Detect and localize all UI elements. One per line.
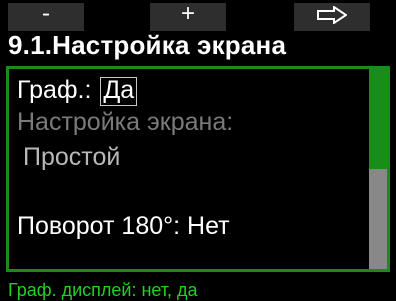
decrease-button[interactable]: - [8, 0, 84, 31]
graph-setting-label: Граф.: [17, 76, 92, 104]
page-title: 9.1.Настройка экрана [8, 30, 287, 60]
softkey-bar: - + [0, 0, 396, 34]
increase-label: + [180, 0, 195, 27]
graph-setting-value[interactable]: Да [100, 77, 138, 106]
decrease-label: - [42, 0, 50, 27]
rotate-setting-value: Нет [187, 212, 230, 240]
right-arrow-icon [317, 5, 348, 29]
next-button[interactable] [294, 3, 370, 31]
scrollbar-thumb[interactable] [369, 69, 387, 169]
rotate-setting-row[interactable]: Поворот 180°: Нет [17, 214, 230, 239]
increase-button[interactable]: + [150, 0, 226, 31]
settings-panel: Граф.: Да Настройка экрана: Простой Пово… [6, 66, 390, 272]
graph-setting-row[interactable]: Граф.: Да [17, 76, 138, 106]
display-mode-value[interactable]: Простой [23, 145, 120, 170]
display-setting-label: Настройка экрана: [17, 108, 234, 136]
scrollbar[interactable] [369, 69, 387, 269]
hint-text: Граф. дисплей: нет, да [8, 280, 198, 300]
rotate-setting-label: Поворот 180°: [17, 212, 181, 240]
